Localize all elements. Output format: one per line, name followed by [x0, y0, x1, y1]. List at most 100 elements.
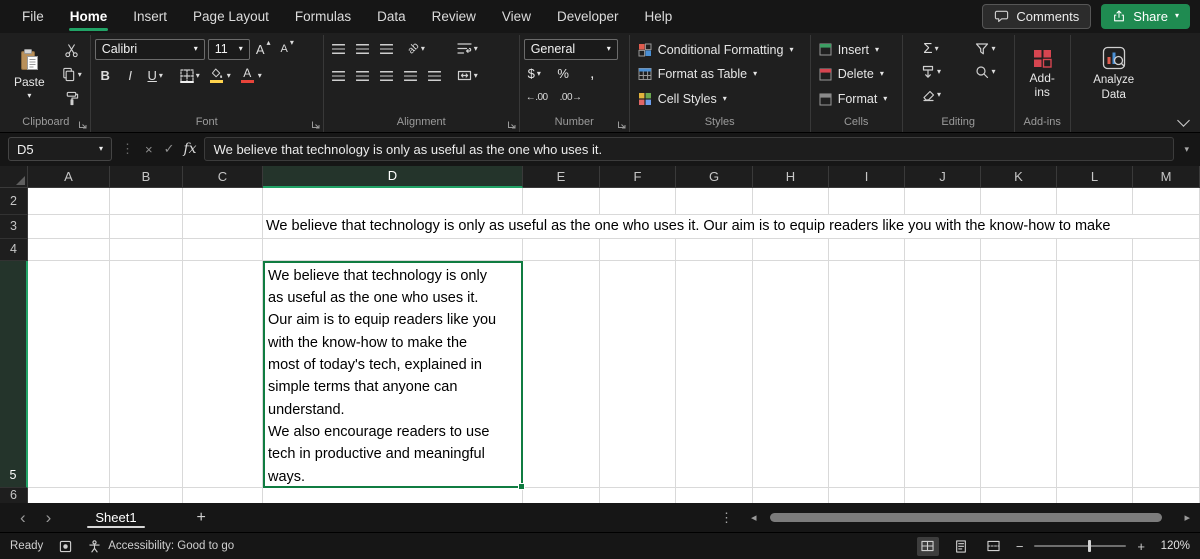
cell[interactable]	[829, 188, 905, 215]
borders-button[interactable]: ▾	[178, 66, 202, 86]
cell[interactable]	[28, 188, 110, 215]
column-header-A[interactable]: A	[28, 166, 110, 188]
cell[interactable]	[753, 239, 829, 261]
formula-input[interactable]: We believe that technology is only as us…	[204, 137, 1175, 161]
copy-button[interactable]: ▾	[59, 65, 84, 85]
sheet-tab-sheet1[interactable]: Sheet1	[81, 506, 150, 530]
cell[interactable]	[981, 261, 1057, 488]
cell[interactable]	[676, 239, 753, 261]
cell[interactable]	[981, 488, 1057, 503]
hscroll-right-icon[interactable]: ▸	[1180, 511, 1194, 524]
cell[interactable]	[905, 239, 981, 261]
page-layout-view-button[interactable]	[950, 537, 972, 556]
cell[interactable]	[110, 261, 183, 488]
share-dropdown-icon[interactable]: ▾	[1175, 12, 1179, 20]
merge-center-button[interactable]: ▾	[455, 66, 480, 86]
cell[interactable]	[1133, 188, 1200, 215]
format-painter-button[interactable]	[59, 89, 84, 109]
cell[interactable]	[1057, 488, 1133, 503]
font-name-select[interactable]: Calibri ▾	[95, 39, 205, 60]
row-header-6[interactable]: 6	[0, 488, 28, 503]
cell[interactable]	[183, 261, 263, 488]
italic-button[interactable]: I	[120, 66, 141, 86]
tab-file[interactable]: File	[10, 2, 56, 31]
comments-button[interactable]: Comments	[982, 4, 1091, 29]
fill-handle[interactable]	[518, 483, 525, 490]
column-header-K[interactable]: K	[981, 166, 1057, 188]
bold-button[interactable]: B	[95, 66, 116, 86]
page-break-view-button[interactable]	[983, 537, 1005, 556]
name-box[interactable]: D5 ▾	[8, 137, 112, 161]
fill-color-button[interactable]: ▾	[206, 66, 233, 86]
column-header-E[interactable]: E	[523, 166, 600, 188]
clipboard-dialog-launcher-icon[interactable]	[78, 120, 87, 129]
number-dialog-launcher-icon[interactable]	[617, 120, 626, 129]
decrease-font-button[interactable]: A▾	[277, 39, 298, 59]
addins-button[interactable]: Add-ins	[1019, 36, 1066, 113]
cell[interactable]	[183, 488, 263, 503]
decrease-indent-button[interactable]	[400, 66, 421, 86]
horizontal-scrollbar[interactable]	[766, 512, 1174, 524]
cell[interactable]	[600, 261, 676, 488]
cell[interactable]	[1133, 239, 1200, 261]
cell[interactable]	[1133, 488, 1200, 503]
column-header-D[interactable]: D	[263, 166, 523, 188]
cell[interactable]	[523, 239, 600, 261]
column-header-B[interactable]: B	[110, 166, 183, 188]
accounting-format-button[interactable]: $▾	[524, 64, 545, 84]
tab-formulas[interactable]: Formulas	[283, 2, 363, 31]
enter-button[interactable]: ✓	[162, 141, 177, 157]
fill-button[interactable]: ▾	[909, 62, 954, 82]
tab-home[interactable]: Home	[58, 2, 120, 31]
column-header-G[interactable]: G	[676, 166, 753, 188]
next-sheet-icon[interactable]: ›	[38, 509, 60, 526]
column-header-J[interactable]: J	[905, 166, 981, 188]
cell[interactable]	[1057, 239, 1133, 261]
expand-formula-bar-icon[interactable]: ▾	[1181, 144, 1192, 155]
cell-styles-button[interactable]: Cell Styles ▾	[634, 87, 806, 111]
tab-page-layout[interactable]: Page Layout	[181, 2, 281, 31]
align-bottom-button[interactable]	[376, 39, 397, 59]
cell[interactable]	[110, 188, 183, 215]
increase-font-button[interactable]: A▴	[253, 39, 274, 59]
sort-filter-button[interactable]: ▾	[963, 39, 1008, 59]
tab-review[interactable]: Review	[420, 2, 488, 31]
tab-help[interactable]: Help	[633, 2, 685, 31]
analyze-data-button[interactable]: Analyze Data	[1077, 36, 1151, 113]
cell[interactable]	[905, 188, 981, 215]
cell[interactable]	[183, 215, 263, 239]
cell[interactable]	[28, 261, 110, 488]
hscroll-left-icon[interactable]: ◂	[747, 511, 761, 524]
cell[interactable]	[523, 488, 600, 503]
row-header-4[interactable]: 4	[0, 239, 28, 261]
cell[interactable]	[110, 488, 183, 503]
accessibility-status[interactable]: Accessibility: Good to go	[88, 540, 234, 553]
cell-D5-selected[interactable]: We believe that technology is only as us…	[263, 261, 523, 488]
align-left-button[interactable]	[328, 66, 349, 86]
cell[interactable]	[905, 261, 981, 488]
tab-insert[interactable]: Insert	[121, 2, 179, 31]
number-format-select[interactable]: General ▾	[524, 39, 618, 60]
format-as-table-button[interactable]: Format as Table ▾	[634, 63, 806, 87]
align-middle-button[interactable]	[352, 39, 373, 59]
font-size-select[interactable]: 11 ▾	[208, 39, 250, 60]
cell[interactable]	[600, 488, 676, 503]
alignment-dialog-launcher-icon[interactable]	[507, 120, 516, 129]
paste-dropdown-icon[interactable]: ▾	[27, 92, 31, 100]
horizontal-scrollbar-thumb[interactable]	[770, 513, 1162, 522]
cell[interactable]	[1057, 188, 1133, 215]
cell[interactable]	[263, 188, 523, 215]
cell[interactable]	[110, 239, 183, 261]
percent-style-button[interactable]: %	[553, 64, 574, 84]
row-header-2[interactable]: 2	[0, 188, 28, 215]
macro-record-button[interactable]	[59, 540, 72, 553]
cell[interactable]	[905, 488, 981, 503]
format-cells-button[interactable]: Format ▾	[815, 87, 898, 111]
orientation-button[interactable]: ab ▾	[406, 39, 427, 59]
underline-button[interactable]: U▾	[145, 66, 166, 86]
tab-data[interactable]: Data	[365, 2, 418, 31]
cell[interactable]	[183, 239, 263, 261]
align-center-button[interactable]	[352, 66, 373, 86]
find-select-button[interactable]: ▾	[963, 62, 1008, 82]
cell[interactable]	[28, 215, 110, 239]
